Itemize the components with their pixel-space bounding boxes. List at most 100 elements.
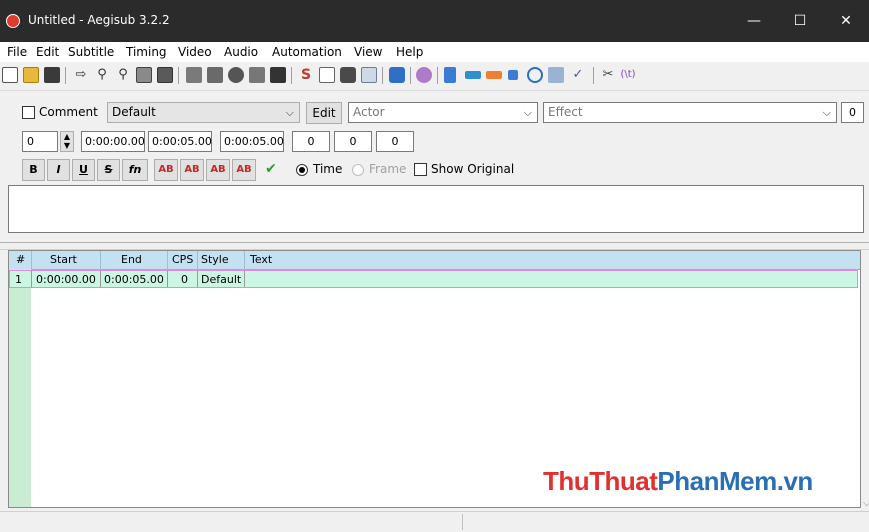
- row-number: 1: [15, 273, 22, 286]
- spell-checker-icon[interactable]: [527, 67, 543, 83]
- menu-edit[interactable]: Edit: [36, 45, 59, 59]
- comment-label: Comment: [39, 105, 98, 119]
- end-time-field[interactable]: 0:00:05.00: [148, 131, 212, 152]
- menu-file[interactable]: File: [7, 45, 27, 59]
- font-button[interactable]: fn: [122, 159, 148, 181]
- tools-icon[interactable]: ✂: [600, 67, 616, 83]
- assdraw-icon[interactable]: (\t): [620, 67, 636, 83]
- watermark-part-1: ThuThuat: [543, 466, 658, 496]
- layer-field[interactable]: 0: [22, 131, 58, 152]
- col-header-style[interactable]: Style: [201, 253, 229, 266]
- start-time-field[interactable]: 0:00:00.00: [81, 131, 145, 152]
- actor-select[interactable]: Actor ⌵: [348, 102, 538, 123]
- grid-header: # Start End CPS Style Text: [9, 251, 860, 270]
- chevron-down-icon: ⌵: [285, 106, 294, 119]
- timing-postprocessor-icon[interactable]: [465, 71, 481, 79]
- time-label: Time: [313, 162, 343, 176]
- subtitle-edit-panel: Comment Default ⌵ Edit Actor ⌵ Effect ⌵ …: [0, 91, 869, 241]
- jump-video-icon[interactable]: ⇨: [73, 67, 89, 83]
- options-icon[interactable]: [548, 67, 564, 83]
- close-video-icon[interactable]: [157, 67, 173, 83]
- chevron-down-icon: ⌵: [523, 106, 532, 119]
- zoom-in-icon[interactable]: ⚲: [94, 67, 110, 83]
- subtitle-text-editor[interactable]: [8, 185, 864, 233]
- watermark: ThuThuatPhanMem.vn: [543, 466, 813, 497]
- open-audio-icon[interactable]: [186, 67, 202, 83]
- actor-placeholder: Actor: [353, 105, 385, 119]
- jump-to-start-icon[interactable]: [228, 67, 244, 83]
- shadow-color-button[interactable]: AB: [232, 159, 256, 181]
- secondary-color-button[interactable]: AB: [180, 159, 204, 181]
- menu-bar: File Edit Subtitle Timing Video Audio Au…: [0, 42, 869, 62]
- styles-manager-icon[interactable]: [270, 67, 286, 83]
- margin-left-field[interactable]: 0: [292, 131, 330, 152]
- styling-assistant-icon[interactable]: [508, 70, 518, 80]
- style-select-value: Default: [112, 105, 156, 119]
- title-bar: Untitled - Aegisub 3.2.2 — ☐ ✕: [0, 0, 869, 42]
- row-end-time: 0:00:05.00: [104, 273, 164, 286]
- resample-icon[interactable]: [444, 67, 456, 83]
- col-header-end[interactable]: End: [121, 253, 142, 266]
- menu-help[interactable]: Help: [396, 45, 423, 59]
- save-icon[interactable]: [44, 67, 60, 83]
- menu-view[interactable]: View: [354, 45, 382, 59]
- col-header-text[interactable]: Text: [250, 253, 272, 266]
- bold-button[interactable]: B: [22, 159, 45, 181]
- time-radio[interactable]: [296, 164, 308, 176]
- character-limit-field[interactable]: 0: [841, 102, 864, 123]
- shift-times-icon[interactable]: [486, 71, 502, 79]
- layer-spin-button[interactable]: ▲ ▼: [60, 131, 74, 152]
- col-header-number[interactable]: #: [16, 253, 25, 266]
- row-number-column: [9, 269, 31, 507]
- commit-checkmark-icon[interactable]: ✔: [260, 159, 282, 181]
- frame-label: Frame: [369, 162, 407, 176]
- watermark-part-2: PhanMem: [657, 466, 777, 496]
- show-original-checkbox[interactable]: [414, 163, 427, 176]
- splitter[interactable]: [0, 242, 869, 250]
- underline-button[interactable]: U: [72, 159, 95, 181]
- new-file-icon[interactable]: [2, 67, 18, 83]
- fonts-collector-icon[interactable]: [340, 67, 356, 83]
- jump-to-end-icon[interactable]: [249, 67, 265, 83]
- style-select[interactable]: Default ⌵: [107, 102, 300, 123]
- properties-icon[interactable]: S: [298, 67, 314, 83]
- row-cps: 0: [181, 273, 188, 286]
- duration-field[interactable]: 0:00:05.00: [220, 131, 284, 152]
- menu-video[interactable]: Video: [178, 45, 212, 59]
- outline-color-button[interactable]: AB: [206, 159, 230, 181]
- attachments-icon[interactable]: [319, 67, 335, 83]
- toolbar: ⇨ ⚲ ⚲ S ✓ ✂ (\t): [0, 62, 869, 91]
- primary-color-button[interactable]: AB: [154, 159, 178, 181]
- margin-right-field[interactable]: 0: [334, 131, 372, 152]
- maximize-button[interactable]: ☐: [777, 0, 823, 42]
- open-folder-icon[interactable]: [23, 67, 39, 83]
- hotkeys-icon[interactable]: ✓: [570, 67, 586, 83]
- chevron-down-icon: ⌵: [822, 106, 831, 119]
- close-audio-icon[interactable]: [207, 67, 223, 83]
- strikeout-button[interactable]: S: [97, 159, 120, 181]
- menu-audio[interactable]: Audio: [224, 45, 258, 59]
- window-title: Untitled - Aegisub 3.2.2: [28, 13, 170, 27]
- minimize-button[interactable]: —: [731, 0, 777, 42]
- open-video-icon[interactable]: [136, 67, 152, 83]
- kanji-timer-icon[interactable]: [389, 67, 405, 83]
- frame-radio[interactable]: [352, 164, 364, 176]
- edit-style-button[interactable]: Edit: [306, 102, 342, 124]
- table-row[interactable]: 1 0:00:00.00 0:00:05.00 0 Default: [9, 270, 858, 288]
- zoom-out-icon[interactable]: ⚲: [115, 67, 131, 83]
- automation-icon[interactable]: [361, 67, 377, 83]
- italic-button[interactable]: I: [47, 159, 70, 181]
- comment-checkbox[interactable]: [22, 106, 35, 119]
- menu-automation[interactable]: Automation: [272, 45, 342, 59]
- menu-subtitle[interactable]: Subtitle: [68, 45, 114, 59]
- margin-vertical-field[interactable]: 0: [376, 131, 414, 152]
- translation-assistant-icon[interactable]: [416, 67, 432, 83]
- effect-placeholder: Effect: [548, 105, 583, 119]
- scroll-down-icon[interactable]: ⌵: [863, 498, 869, 509]
- col-header-cps[interactable]: CPS: [172, 253, 193, 266]
- effect-select[interactable]: Effect ⌵: [543, 102, 837, 123]
- col-header-start[interactable]: Start: [50, 253, 77, 266]
- menu-timing[interactable]: Timing: [126, 45, 167, 59]
- status-bar: [0, 511, 869, 532]
- close-button[interactable]: ✕: [823, 0, 869, 42]
